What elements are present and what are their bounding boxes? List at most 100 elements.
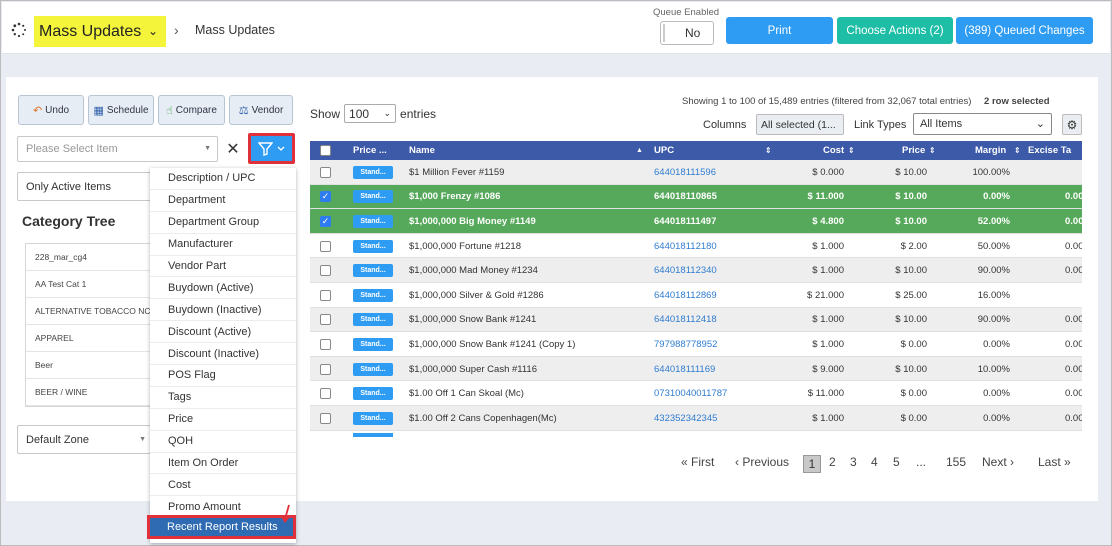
price-type-badge[interactable]: Stand...: [353, 411, 393, 425]
filter-option[interactable]: Item On Order: [150, 453, 296, 475]
checkbox[interactable]: [320, 166, 331, 178]
checkbox[interactable]: [320, 338, 331, 350]
row-checkbox[interactable]: [320, 160, 331, 185]
row-checkbox[interactable]: [320, 381, 331, 406]
price-type-badge[interactable]: Stand...: [353, 165, 393, 179]
row-checkbox[interactable]: [320, 234, 331, 259]
price-type-badge[interactable]: Stand...: [353, 190, 393, 204]
compare-button[interactable]: ☝ Compare: [158, 95, 225, 125]
table-row[interactable]: Stand... $1,000,000 Snow Bank #1241 (Copy…: [310, 332, 1082, 357]
filter-option[interactable]: Tags: [150, 387, 296, 409]
clear-icon[interactable]: ✕: [222, 136, 244, 162]
choose-actions-button[interactable]: Choose Actions (2): [837, 17, 953, 44]
row-checkbox[interactable]: ✓: [320, 185, 331, 210]
price-type-badge[interactable]: Stand...: [353, 387, 393, 401]
table-row[interactable]: ✓ Stand... $1,000,000 Big Money #1149 64401…: [310, 209, 1082, 234]
price-type-badge[interactable]: Stand...: [353, 214, 393, 228]
checkbox[interactable]: [320, 240, 331, 252]
pagination-page-current[interactable]: 1: [803, 455, 821, 473]
table-row[interactable]: Stand... $1,000,000 Super Cash #1116 64401…: [310, 356, 1082, 382]
module-title-dropdown[interactable]: Mass Updates ⌄: [34, 16, 166, 47]
checkbox[interactable]: ✓: [320, 215, 331, 227]
schedule-button[interactable]: ▦ Schedule: [88, 95, 154, 125]
filter-option-recent-report-results[interactable]: Recent Report Results: [147, 515, 296, 539]
table-row[interactable]: Stand... $1,000,000 Silver & Gold #1286 64…: [310, 283, 1082, 308]
row-checkbox[interactable]: [320, 258, 331, 283]
pagination-previous[interactable]: ‹ Previous: [735, 455, 789, 469]
upc-link[interactable]: 644018112340: [654, 258, 717, 283]
upc-link[interactable]: 644018111497: [654, 209, 716, 234]
table-row[interactable]: Stand... $1,000,000 Mad Money #1234 644018…: [310, 258, 1082, 283]
filter-button[interactable]: [248, 133, 295, 164]
select-all-checkbox[interactable]: [320, 141, 331, 160]
pagination-page[interactable]: 4: [871, 455, 878, 469]
upc-link[interactable]: 644018110865: [654, 185, 717, 210]
category-item[interactable]: 228_mar_cg4: [26, 244, 150, 271]
filter-option[interactable]: Buydown (Inactive): [150, 299, 296, 322]
active-items-select[interactable]: Only Active Items: [17, 172, 151, 201]
vendor-button[interactable]: ⚖ Vendor: [229, 95, 293, 125]
table-row[interactable]: Stand... $1.00 Off 1 Can Skoal (Mc) 073100…: [310, 381, 1082, 406]
link-types-select[interactable]: All Items ⌄: [913, 113, 1052, 135]
upc-link[interactable]: 07310040011787: [654, 381, 727, 406]
price-type-badge[interactable]: Stand...: [353, 239, 393, 253]
undo-button[interactable]: ↶ Undo: [18, 95, 84, 125]
filter-option[interactable]: Cost: [150, 474, 296, 497]
checkbox[interactable]: [320, 388, 331, 400]
pagination-last[interactable]: Last »: [1038, 455, 1071, 469]
filter-option[interactable]: Department Group: [150, 212, 296, 234]
queue-enabled-toggle[interactable]: No: [660, 21, 714, 45]
pagination-next[interactable]: Next ›: [982, 455, 1014, 469]
filter-option[interactable]: POS Flag: [150, 365, 296, 387]
filter-option[interactable]: Department: [150, 190, 296, 212]
filter-option[interactable]: Buydown (Active): [150, 277, 296, 300]
category-item[interactable]: ALTERNATIVE TOBACCO NC: [26, 298, 150, 325]
checkbox[interactable]: [320, 363, 331, 375]
filter-option[interactable]: Discount (Active): [150, 321, 296, 344]
row-checkbox[interactable]: [320, 308, 331, 333]
column-header-upc[interactable]: UPC: [654, 141, 674, 160]
filter-option[interactable]: Manufacturer: [150, 234, 296, 256]
filter-option[interactable]: QOH: [150, 431, 296, 453]
checkbox[interactable]: [320, 265, 331, 277]
table-row[interactable]: Stand... $1,000,000 Snow Bank #1241 644018…: [310, 307, 1082, 333]
zone-select[interactable]: Default Zone ▼: [17, 425, 151, 454]
pagination-page[interactable]: 2: [829, 455, 836, 469]
table-row[interactable]: ✓ Stand... $1,000 Frenzy #1086 644018110865…: [310, 184, 1082, 210]
table-row[interactable]: Stand... $1,000,000 Fortune #1218 64401811…: [310, 234, 1082, 259]
upc-link[interactable]: 644018112869: [654, 283, 717, 308]
column-header-name[interactable]: Name: [409, 141, 435, 160]
upc-link[interactable]: 644018112180: [654, 234, 717, 259]
table-row[interactable]: Stand... $1 Million Fever #1159 6440181115…: [310, 160, 1082, 185]
column-header-excise-tax[interactable]: Excise Ta: [1028, 141, 1071, 160]
column-header-price-type[interactable]: Price ...: [353, 141, 387, 160]
filter-option[interactable]: Vendor Part: [150, 256, 296, 278]
columns-select[interactable]: All selected (1...: [756, 114, 844, 135]
filter-option[interactable]: Description / UPC: [150, 168, 296, 190]
checkbox[interactable]: [320, 314, 331, 326]
category-item[interactable]: Beer: [26, 352, 150, 379]
category-item[interactable]: APPAREL: [26, 325, 150, 352]
upc-link[interactable]: 644018111169: [654, 357, 715, 382]
gear-icon[interactable]: ⚙: [1062, 114, 1082, 135]
row-checkbox[interactable]: ✓: [320, 209, 331, 234]
price-type-badge[interactable]: Stand...: [353, 288, 393, 302]
checkbox[interactable]: [320, 289, 331, 301]
price-type-badge[interactable]: Stand...: [353, 313, 393, 327]
table-row[interactable]: Stand... $1.00 Off 2 Cans Copenhagen(Mc) 4…: [310, 405, 1082, 431]
pagination-first[interactable]: « First: [681, 455, 714, 469]
column-header-margin[interactable]: Margin: [975, 141, 1006, 160]
pagination-page[interactable]: 3: [850, 455, 857, 469]
upc-link[interactable]: 797988778952: [654, 332, 717, 357]
pagination-page[interactable]: 5: [893, 455, 900, 469]
checkbox[interactable]: ✓: [320, 191, 331, 203]
print-button[interactable]: Print: [726, 17, 833, 44]
row-checkbox[interactable]: [320, 283, 331, 308]
row-checkbox[interactable]: [320, 357, 331, 382]
row-checkbox[interactable]: [320, 332, 331, 357]
filter-option[interactable]: Discount (Inactive): [150, 343, 296, 366]
upc-link[interactable]: 644018112418: [654, 308, 717, 333]
category-item[interactable]: AA Test Cat 1: [26, 271, 150, 298]
entries-select[interactable]: 100 ⌄: [344, 104, 397, 123]
column-header-cost[interactable]: Cost: [823, 141, 844, 160]
